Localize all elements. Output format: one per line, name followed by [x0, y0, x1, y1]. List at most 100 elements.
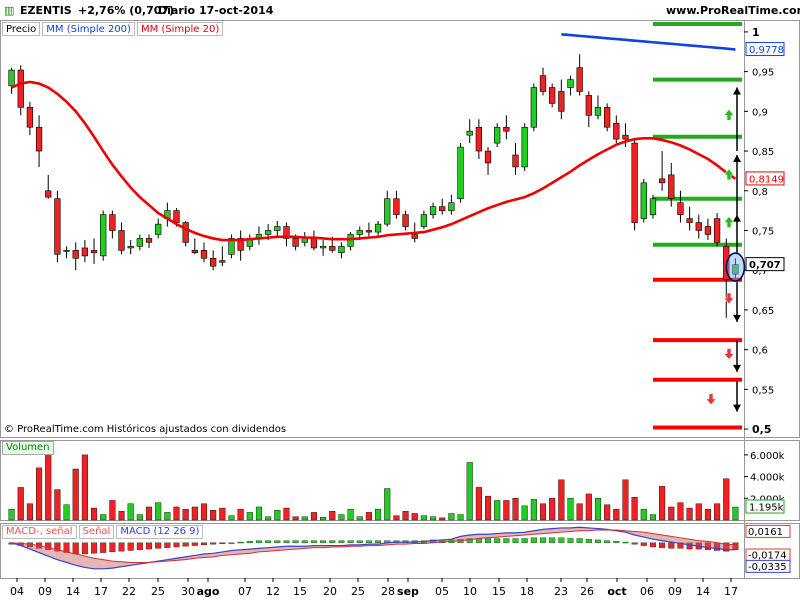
macd-histogram-bar [530, 537, 537, 543]
volume-bar [310, 512, 317, 521]
macd-histogram-bar [127, 542, 134, 551]
volume-bar [228, 515, 235, 521]
legend-ma200[interactable]: MM (Simple 200) [42, 22, 135, 36]
legend-macd-diff[interactable]: MACD-, señal [2, 525, 77, 539]
candle-body [72, 250, 79, 259]
candle-body [503, 126, 510, 132]
volume-bar [375, 508, 382, 521]
legend-macd[interactable]: MACD (12 26 9) [116, 525, 204, 539]
projection-down-arrowhead [733, 404, 741, 412]
price-tick-label: 0,75 [752, 226, 774, 237]
volume-bar [393, 515, 400, 521]
candle-body [512, 154, 519, 168]
volume-label[interactable]: Volumen [2, 441, 54, 455]
candle-body [90, 250, 98, 254]
candle-body [329, 246, 336, 251]
volume-bar [127, 503, 134, 521]
candle-body [457, 146, 464, 200]
macd-histogram-bar [585, 539, 592, 543]
legend-ma20[interactable]: MM (Simple 20) [136, 22, 224, 36]
x-tick-label: 17 [724, 585, 738, 598]
x-tick-label: 25 [351, 585, 365, 598]
macd-histogram-bar [375, 540, 382, 543]
volume-bar [100, 514, 107, 521]
x-tick-label: 09 [668, 585, 682, 598]
volume-bar [585, 493, 592, 521]
volume-bar [649, 514, 656, 521]
macd-histogram-bar [265, 540, 272, 543]
x-tick-label: 06 [640, 585, 654, 598]
volume-bar [81, 454, 88, 521]
candle-body [136, 238, 143, 247]
legend-price[interactable]: Precio [2, 22, 41, 36]
volume-tick-label: 6.000k [750, 451, 785, 462]
volume-bar [439, 517, 446, 521]
macd-histogram-bar [558, 537, 565, 543]
volume-bar [246, 512, 253, 521]
volume-bar [539, 503, 547, 521]
projection-up-arrowhead [733, 155, 741, 163]
macd-histogram-bar [668, 542, 675, 549]
legend-macd-signal[interactable]: Señal [78, 525, 115, 539]
volume-bar [91, 507, 98, 521]
projection-up-arrowhead [733, 214, 741, 222]
macd-histogram-bar [549, 537, 556, 543]
macd-histogram-bar [576, 538, 583, 543]
price-tick-label: 1 [752, 26, 760, 39]
volume-bar [155, 502, 162, 521]
candle-body [402, 214, 409, 227]
x-tick-label: 26 [580, 585, 594, 598]
candle-body [45, 190, 52, 198]
candle-body [594, 107, 602, 116]
macd-histogram-bar [649, 542, 656, 548]
candle-body [466, 130, 473, 136]
volume-bar [384, 488, 391, 521]
x-tick-label: 14 [66, 585, 80, 598]
target-down-icon [723, 348, 735, 361]
candle-body [173, 210, 180, 223]
macd-histogram-bar [338, 540, 345, 543]
volume-bar [8, 508, 15, 521]
chart-header: ▥ EZENTIS +2,76% (0,707) Diario 17-oct-2… [0, 0, 800, 20]
target-up-icon [723, 108, 735, 121]
candle-body [475, 126, 483, 152]
x-tick-label: sep [397, 585, 419, 598]
x-tick-label: 30 [181, 585, 195, 598]
x-tick-label: 28 [381, 585, 395, 598]
volume-bar [494, 500, 501, 521]
macd-histogram-bar [631, 542, 638, 545]
macd-tick-label: -0,0174 [748, 551, 787, 562]
projection-down-arrowhead [733, 364, 741, 372]
candle-body [429, 206, 437, 215]
stock-chart[interactable]: 10,950,90,850,80,750,70,650,60,550,50,97… [0, 0, 800, 600]
x-tick-label: 20 [323, 585, 337, 598]
candle-body [521, 126, 528, 168]
candle-body [384, 198, 391, 225]
volume-bar [704, 508, 711, 521]
macd-histogram-bar [182, 542, 189, 547]
macd-histogram-bar [201, 542, 207, 546]
volume-bar [512, 498, 519, 521]
candle-body [622, 134, 629, 140]
candle-body [81, 247, 89, 257]
volume-bar [347, 508, 354, 521]
volume-bar [420, 515, 427, 521]
volume-bar [265, 516, 272, 521]
volume-bar [136, 514, 143, 521]
volume-bar [329, 511, 336, 521]
macd-histogram-bar [292, 540, 299, 543]
x-tick-label: 09 [38, 585, 52, 598]
projection-up-arrowhead [733, 87, 741, 95]
volume-bar [45, 447, 52, 521]
candle-body [109, 214, 116, 231]
candle-body [549, 87, 556, 104]
volume-bar [164, 512, 171, 521]
volume-bar [530, 499, 537, 521]
target-up-icon [723, 216, 735, 228]
volume-bar [549, 498, 556, 521]
volume-bar [668, 506, 675, 521]
volume-bar [200, 503, 208, 521]
volume-bar [26, 503, 33, 521]
candle-body [393, 198, 400, 215]
macd-histogram-bar [146, 542, 153, 550]
